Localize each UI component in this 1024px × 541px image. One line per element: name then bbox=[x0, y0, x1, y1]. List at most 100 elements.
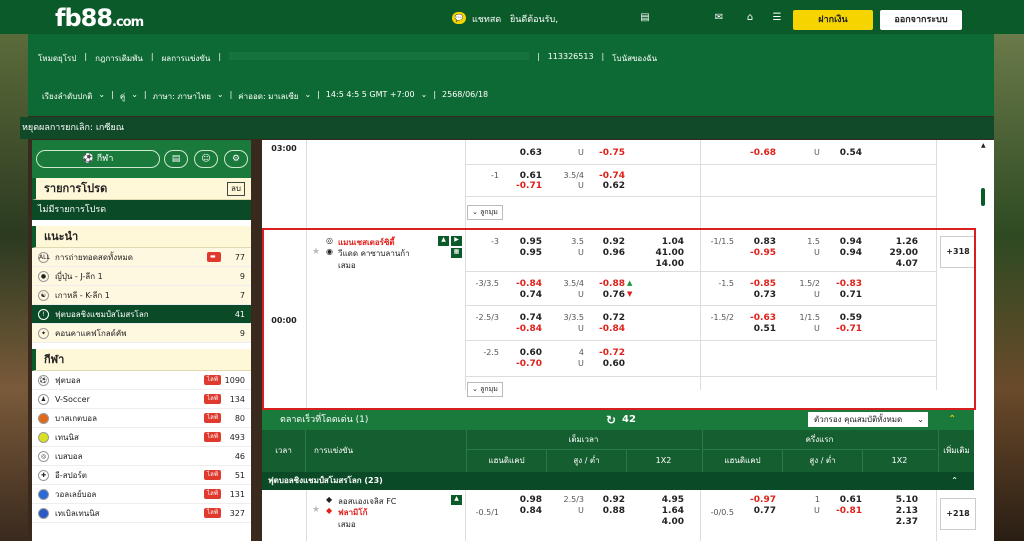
odd[interactable]: 0.51 bbox=[746, 324, 776, 334]
odd[interactable]: 0.92 bbox=[595, 495, 625, 505]
sport-button[interactable]: ⚽ กีฬา bbox=[36, 150, 160, 168]
sidebar-item-jleague[interactable]: ● ญี่ปุ่น - J-ลีก 1 9 bbox=[32, 267, 251, 286]
odd[interactable]: 41.00 bbox=[650, 248, 684, 258]
play-icon[interactable]: ▶ bbox=[451, 236, 462, 246]
odd[interactable]: 0.60 bbox=[595, 359, 625, 369]
scroll-up-icon[interactable]: ▲ bbox=[981, 142, 986, 149]
sidebar-sport-tabletennis[interactable]: เทเบิลเทนนิส ไลฟ์ 327 bbox=[32, 504, 251, 523]
odd[interactable]: 5.10 bbox=[884, 495, 918, 505]
sidebar-sport-baseball[interactable]: ◎ เบสบอล 46 bbox=[32, 447, 251, 466]
star-icon[interactable]: ★ bbox=[312, 505, 320, 515]
odd[interactable]: -0.68 bbox=[746, 148, 776, 158]
promo-icon[interactable]: ✉ bbox=[707, 12, 731, 24]
odd[interactable]: 14.00 bbox=[650, 259, 684, 269]
chat-icon[interactable]: 💬 bbox=[452, 12, 466, 24]
odds-select[interactable]: ค่าออด: มาเลเซีย bbox=[238, 90, 298, 103]
nav-link-bonus[interactable]: โบนัสของฉัน bbox=[612, 52, 657, 65]
scroll-thumb[interactable] bbox=[981, 188, 985, 206]
odd[interactable]: 1.64 bbox=[650, 506, 684, 516]
wallet-icon[interactable]: ▤ bbox=[638, 12, 652, 24]
sidebar-item-gold-cup[interactable]: ✦ คอนคาแคฟโกลด์คัพ 9 bbox=[32, 324, 251, 343]
sidebar-sport-esports[interactable]: ✚ อี-สปอร์ต ไลฟ์ 51 bbox=[32, 466, 251, 485]
odd[interactable]: -0.88 bbox=[595, 279, 625, 289]
bet-slip-icon[interactable]: ▤ bbox=[164, 150, 188, 168]
more-markets-button[interactable]: +218 bbox=[940, 498, 976, 530]
odd[interactable]: 2.37 bbox=[884, 517, 918, 527]
odd[interactable]: 0.95 bbox=[512, 237, 542, 247]
odd[interactable]: -0.71 bbox=[832, 324, 862, 334]
odd[interactable]: 4.95 bbox=[650, 495, 684, 505]
odd[interactable]: 2.13 bbox=[884, 506, 918, 516]
odd[interactable]: -0.70 bbox=[512, 359, 542, 369]
logo[interactable]: fb88.com bbox=[55, 4, 144, 32]
sidebar-sport-basketball[interactable]: บาสเกตบอล ไลฟ์ 80 bbox=[32, 409, 251, 428]
sidebar-item-kleague[interactable]: ☯ เกาหลี - K-ลีก 1 7 bbox=[32, 286, 251, 305]
odd[interactable]: 0.98 bbox=[512, 495, 542, 505]
odd[interactable]: -0.84 bbox=[512, 324, 542, 334]
odd[interactable]: 0.77 bbox=[746, 506, 776, 516]
sidebar-sport-football[interactable]: ⚽ ฟุตบอล ไลฟ์ 1090 bbox=[32, 371, 251, 390]
favorites-delete[interactable]: ลบ bbox=[227, 182, 245, 196]
odd[interactable]: -0.71 bbox=[512, 181, 542, 191]
odd[interactable]: 0.60 bbox=[512, 348, 542, 358]
odd[interactable]: -0.97 bbox=[746, 495, 776, 505]
odd[interactable]: 0.88 bbox=[595, 506, 625, 516]
odd[interactable]: 0.94 bbox=[832, 237, 862, 247]
odd[interactable]: 0.61 bbox=[832, 495, 862, 505]
odd[interactable]: -0.63 bbox=[746, 313, 776, 323]
odd[interactable]: 0.62 bbox=[595, 181, 625, 191]
nav-link-euro[interactable]: โหมดยุโรป bbox=[38, 52, 76, 65]
sort-select[interactable]: เรียงลำดับปกติ bbox=[42, 90, 92, 103]
odd[interactable]: -0.75 bbox=[595, 148, 625, 158]
odd[interactable]: 0.94 bbox=[832, 248, 862, 258]
user-icon[interactable]: ☺ bbox=[194, 150, 218, 168]
odd[interactable]: -0.81 bbox=[832, 506, 862, 516]
odd[interactable]: -0.84 bbox=[512, 279, 542, 289]
odd[interactable]: 0.83 bbox=[746, 237, 776, 247]
scrollbar[interactable]: ▲ bbox=[978, 140, 992, 410]
sidebar-sport-volleyball[interactable]: วอลเลย์บอล ไลฟ์ 131 bbox=[32, 485, 251, 504]
expand-corners[interactable]: ⌄ ลูกมุม bbox=[467, 205, 503, 220]
nav-link-results[interactable]: ผลการแข่งขัน bbox=[162, 52, 211, 65]
logout-button[interactable]: ออกจากระบบ bbox=[880, 10, 962, 30]
odd[interactable]: 0.72 bbox=[595, 313, 625, 323]
collapse-icon[interactable]: ⌃ bbox=[948, 410, 956, 430]
stats-icon[interactable]: ▲ bbox=[451, 495, 462, 505]
odd[interactable]: -0.83 bbox=[832, 279, 862, 289]
league-header[interactable]: ฟุตบอลชิงแชมป์สโมสรโลก (23) ⌃ bbox=[262, 472, 974, 490]
odd[interactable]: -0.85 bbox=[746, 279, 776, 289]
nav-link-rules[interactable]: กฎการเดิมพัน bbox=[95, 52, 143, 65]
chat-link[interactable]: แชทสด bbox=[472, 12, 501, 26]
chevron-up-icon[interactable]: ⌃ bbox=[951, 472, 958, 490]
filter-select[interactable]: ตัวกรอง คุณสมบัติทั้งหมด ⌄ bbox=[808, 412, 928, 427]
odd[interactable]: 4.07 bbox=[884, 259, 918, 269]
expand-corners[interactable]: ⌄ ลูกมุม bbox=[467, 382, 503, 397]
odd[interactable]: 0.74 bbox=[512, 313, 542, 323]
odd[interactable]: 1.04 bbox=[650, 237, 684, 247]
odd[interactable]: -0.95 bbox=[746, 248, 776, 258]
gift-icon[interactable]: ⌂ bbox=[743, 12, 757, 24]
odd[interactable]: -0.74 bbox=[595, 171, 625, 181]
odd[interactable]: 0.84 bbox=[512, 506, 542, 516]
odd[interactable]: 0.71 bbox=[832, 290, 862, 300]
odd[interactable]: 0.96 bbox=[595, 248, 625, 258]
odd[interactable]: 29.00 bbox=[884, 248, 918, 258]
odd[interactable]: 0.92 bbox=[595, 237, 625, 247]
sidebar-item-live[interactable]: ALL การถ่ายทอดสดทั้งหมด ▬ 77 bbox=[32, 248, 251, 267]
sidebar-sport-tennis[interactable]: เทนนิส ไลฟ์ 493 bbox=[32, 428, 251, 447]
odd[interactable]: 4.00 bbox=[650, 517, 684, 527]
more-markets-button[interactable]: +318 bbox=[940, 236, 976, 268]
stats-icon[interactable]: ▲ bbox=[438, 236, 449, 246]
bet-list-icon[interactable]: ☰ bbox=[770, 12, 784, 24]
odd[interactable]: 0.76 bbox=[595, 290, 625, 300]
odd[interactable]: 0.73 bbox=[746, 290, 776, 300]
grid-icon[interactable]: ▦ bbox=[451, 248, 462, 258]
odd[interactable]: 0.74 bbox=[512, 290, 542, 300]
refresh-icon[interactable]: ↻ bbox=[606, 410, 616, 430]
odd[interactable]: 0.54 bbox=[832, 148, 862, 158]
odd[interactable]: 0.63 bbox=[512, 148, 542, 158]
lang-select[interactable]: ภาษา: ภาษาไทย bbox=[153, 90, 211, 103]
odd[interactable]: 1.26 bbox=[884, 237, 918, 247]
odd[interactable]: 0.61 bbox=[512, 171, 542, 181]
pair-select[interactable]: คู่ bbox=[120, 90, 125, 103]
